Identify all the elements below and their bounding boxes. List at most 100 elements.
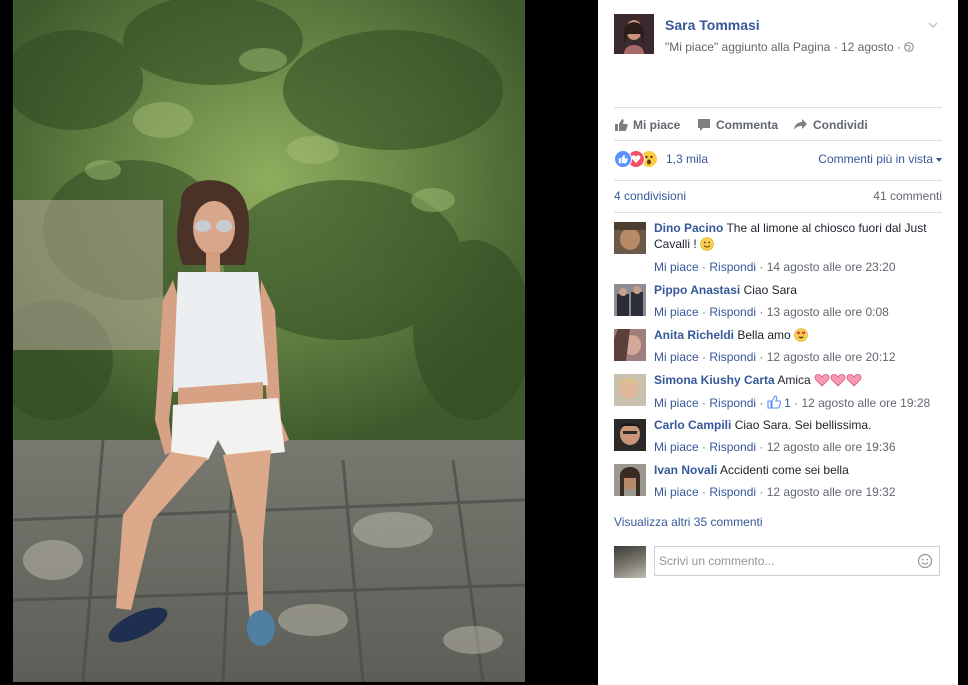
comment-text: Ciao Sara. Sei bellissima. (734, 418, 872, 432)
commenter-avatar[interactable] (614, 419, 646, 451)
comment-reply-link[interactable]: Rispondi (709, 305, 756, 319)
commenter-avatar[interactable] (614, 284, 646, 316)
comment-like-link[interactable]: Mi piace (654, 485, 699, 499)
chevron-down-icon[interactable] (928, 20, 938, 30)
post-header: Sara Tommasi "Mi piace" aggiunto alla Pa… (614, 14, 944, 58)
avatar-picture (614, 374, 646, 406)
comment-body: Anita Richeldi Bella amo (654, 327, 942, 343)
comment-composer (614, 546, 942, 578)
divider (614, 140, 942, 141)
post-subtitle-text: "Mi piace" aggiunto alla Pagina · 12 ago… (665, 40, 905, 54)
caret-down-icon (936, 157, 942, 162)
comment-text: Amica (777, 373, 811, 387)
comment-like-link[interactable]: Mi piace (654, 350, 699, 364)
share-button-label: Condividi (813, 118, 868, 132)
comment-sort-label: Commenti più in vista (818, 152, 933, 166)
avatar-picture (614, 222, 646, 254)
commenter-name[interactable]: Simona Kiushy Carta (654, 373, 775, 387)
comment-body: Ivan Novali Accidenti come sei bella (654, 462, 942, 478)
author-name[interactable]: Sara Tommasi (665, 17, 760, 33)
comment-count: 41 commenti (873, 189, 942, 203)
commenter-name[interactable]: Dino Pacino (654, 221, 723, 235)
avatar-picture (614, 329, 646, 361)
like-button-label: Mi piace (633, 118, 681, 132)
comment-timestamp[interactable]: 12 agosto alle ore 19:36 (767, 440, 896, 454)
comment-meta: Mi piace · Rispondi · 12 agosto alle ore… (654, 485, 896, 499)
globe-icon[interactable] (904, 42, 915, 52)
commenter-avatar[interactable] (614, 374, 646, 406)
comment-button[interactable]: Commenta (697, 115, 778, 135)
commenter-avatar[interactable] (614, 464, 646, 496)
comment-text: Bella amo (737, 328, 791, 342)
divider (614, 107, 942, 108)
comment-like-link[interactable]: Mi piace (654, 396, 699, 410)
smile-emoji (700, 237, 714, 251)
comment-like-number: 1 (784, 396, 791, 410)
comment-meta: Mi piace · Rispondi · 12 agosto alle ore… (654, 440, 896, 454)
commenter-name[interactable]: Pippo Anastasi (654, 283, 740, 297)
commenter-name[interactable]: Ivan Novali (654, 463, 717, 477)
reaction-icons[interactable] (614, 150, 668, 168)
comment-body: Carlo Campili Ciao Sara. Sei bellissima. (654, 417, 942, 433)
post-subtitle: "Mi piace" aggiunto alla Pagina · 12 ago… (665, 40, 915, 54)
photo-illustration (13, 0, 525, 682)
comment-timestamp[interactable]: 12 agosto alle ore 19:32 (767, 485, 896, 499)
post-actions: Mi piace Commenta Condividi (614, 115, 942, 137)
comment-body: Simona Kiushy Carta Amica (654, 372, 942, 388)
like-button[interactable]: Mi piace (614, 115, 680, 135)
comment-meta: Mi piace · Rispondi · 1 · 12 agosto alle… (654, 395, 931, 410)
comment-reply-link[interactable]: Rispondi (709, 396, 756, 410)
comment-reply-link[interactable]: Rispondi (709, 260, 756, 274)
comment-body: Pippo Anastasi Ciao Sara (654, 282, 942, 298)
share-icon (794, 119, 807, 130)
avatar-picture (614, 14, 654, 54)
reaction-count[interactable]: 1,3 mila (666, 152, 708, 166)
page-avatar[interactable] (614, 14, 654, 54)
comment-text: Accidenti come sei bella (720, 463, 849, 477)
emoji-picker-icon[interactable] (917, 553, 933, 569)
divider (614, 180, 942, 181)
comment-body: Dino Pacino The al limone al chiosco fuo… (654, 220, 942, 252)
thumbs-up-icon (615, 119, 628, 131)
view-more-comments-link[interactable]: Visualizza altri 35 commenti (614, 515, 763, 529)
comment-timestamp[interactable]: 12 agosto alle ore 19:28 (801, 396, 930, 410)
comment-like-link[interactable]: Mi piace (654, 440, 699, 454)
comment-reply-link[interactable]: Rispondi (709, 440, 756, 454)
share-button[interactable]: Condividi (793, 115, 868, 135)
post-side-panel: Sara Tommasi "Mi piace" aggiunto alla Pa… (598, 0, 958, 685)
avatar-picture (614, 419, 646, 451)
window-edge (958, 0, 968, 685)
current-user-avatar (614, 546, 646, 578)
comment-button-label: Commenta (716, 118, 779, 132)
share-count[interactable]: 4 condivisioni (614, 189, 686, 203)
commenter-name[interactable]: Anita Richeldi (654, 328, 734, 342)
comment-like-link[interactable]: Mi piace (654, 260, 699, 274)
commenter-avatar[interactable] (614, 222, 646, 254)
comment-timestamp[interactable]: 14 agosto alle ore 23:20 (767, 260, 896, 274)
comment-timestamp[interactable]: 13 agosto alle ore 0:08 (767, 305, 889, 319)
post-photo[interactable] (13, 0, 525, 682)
post-stats: 4 condivisioni 41 commenti (614, 189, 942, 205)
comment-like-link[interactable]: Mi piace (654, 305, 699, 319)
comment-reply-link[interactable]: Rispondi (709, 485, 756, 499)
comment-like-count[interactable]: 1 (767, 395, 791, 410)
comment-meta: Mi piace · Rispondi · 14 agosto alle ore… (654, 260, 896, 274)
comment-sort-dropdown[interactable]: Commenti più in vista (818, 152, 942, 166)
comment-text: Ciao Sara (743, 283, 797, 297)
comment-reply-link[interactable]: Rispondi (709, 350, 756, 364)
commenter-avatar[interactable] (614, 329, 646, 361)
avatar-picture (614, 284, 646, 316)
commenter-name[interactable]: Carlo Campili (654, 418, 731, 432)
like-icon (614, 150, 632, 168)
thumbs-up-icon (767, 395, 781, 409)
comment-meta: Mi piace · Rispondi · 13 agosto alle ore… (654, 305, 889, 319)
avatar-picture (614, 464, 646, 496)
comment-timestamp[interactable]: 12 agosto alle ore 20:12 (767, 350, 896, 364)
comment-icon (698, 119, 710, 131)
heart-eyes-emoji (794, 328, 808, 342)
sparkling-heart-emoji (814, 373, 862, 387)
reactions-bar: 1,3 mila Commenti più in vista (614, 150, 942, 170)
photo-viewer (0, 0, 598, 685)
comment-meta: Mi piace · Rispondi · 12 agosto alle ore… (654, 350, 896, 364)
comment-input[interactable] (654, 546, 940, 576)
